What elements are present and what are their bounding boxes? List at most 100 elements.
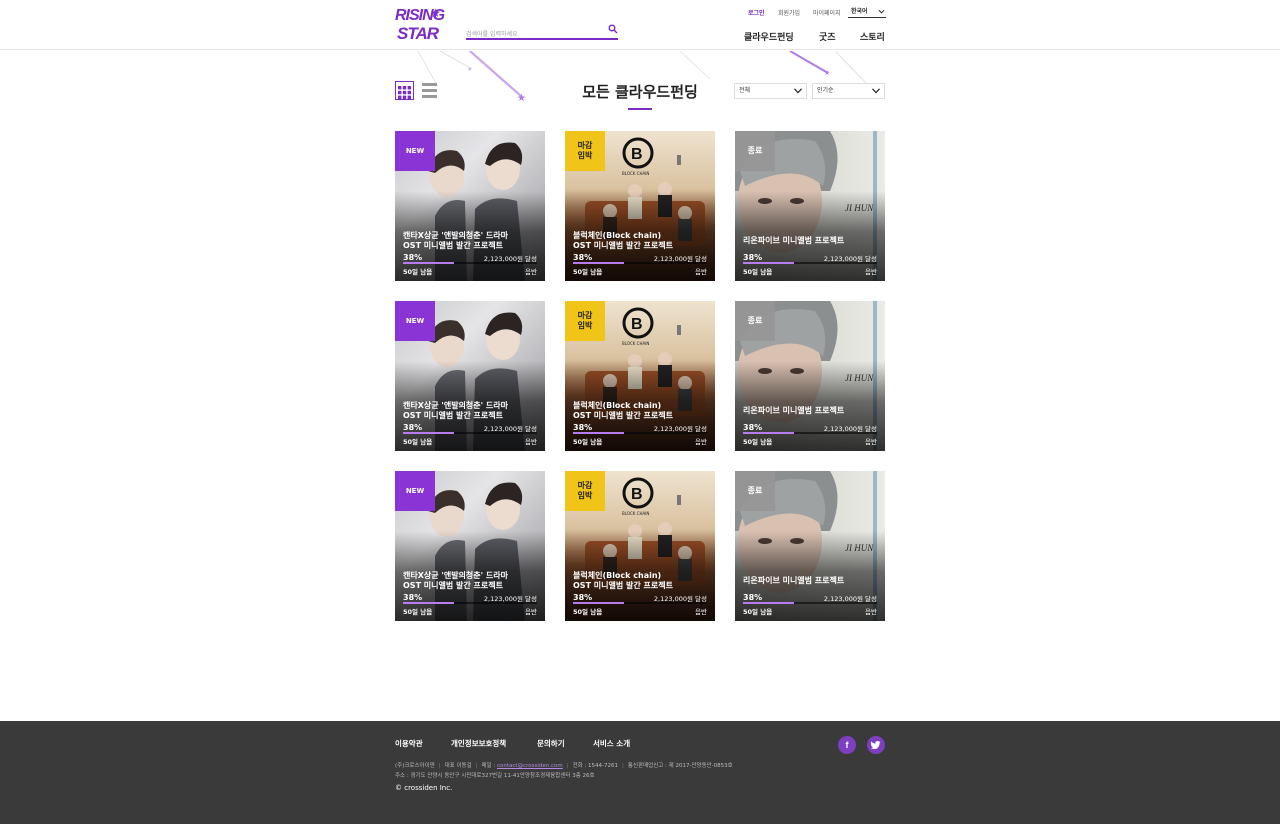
facebook-icon[interactable]: f <box>838 736 856 754</box>
project-card[interactable]: NEW 캔타X상균 '앤발의청춘' 드라마 OST 미니앨범 발간 프로젝트 38%… <box>395 471 545 621</box>
login-link[interactable]: 로그인 <box>748 8 765 17</box>
project-category: 음반 <box>865 438 877 446</box>
project-card[interactable]: JI HUN종료리온파이브 미니앨범 프로젝트38%2,123,000원 달성5… <box>735 131 885 281</box>
site-footer: 이용약관 개인정보보호정책 문의하기 서비스 소개 (주)크로스아이덴 | 대표 이… <box>0 721 1280 824</box>
search-icon[interactable] <box>608 24 618 34</box>
funding-percent: 38% <box>403 253 423 262</box>
project-category: 음반 <box>695 438 707 446</box>
project-card[interactable]: NEW 캔타X상균 '앤발의청춘' 드라마 OST 미니앨범 발간 프로젝트 38%… <box>395 131 545 281</box>
list-view-button[interactable] <box>420 81 439 100</box>
project-title: 리온파이브 미니앨범 프로젝트 <box>743 576 845 585</box>
progress-bar <box>573 262 707 264</box>
project-category: 음반 <box>525 608 537 616</box>
chevron-down-icon <box>794 88 802 94</box>
title-underline <box>628 108 652 110</box>
company-name: (주)크로스아이덴 <box>395 763 435 769</box>
progress-bar <box>743 262 877 264</box>
project-title: 캔타X상균 '앤발의청춘' 드라마 OST 미니앨범 발간 프로젝트 <box>403 231 508 250</box>
progress-fill <box>403 432 454 434</box>
days-left: 50일 남음 <box>403 608 433 616</box>
nav-goods[interactable]: 굿즈 <box>819 30 836 43</box>
project-card[interactable]: B BLOCK CHAIN 마감 임박블럭체인(Block chain) OST 미… <box>565 131 715 281</box>
funding-percent: 38% <box>743 423 763 432</box>
project-card[interactable]: NEW 캔타X상균 '앤발의청춘' 드라마 OST 미니앨범 발간 프로젝트 38%… <box>395 301 545 451</box>
project-card[interactable]: JI HUN종료리온파이브 미니앨범 프로젝트38%2,123,000원 달성5… <box>735 301 885 451</box>
days-left: 50일 남음 <box>403 438 433 446</box>
band-logo-text: BLOCK CHAIN <box>622 341 650 346</box>
days-left: 50일 남음 <box>403 268 433 276</box>
rising-star-logo[interactable]: RISING STAR ★ <box>395 6 453 42</box>
band-logo-text: BLOCK CHAIN <box>622 171 650 176</box>
svg-text:B: B <box>631 486 643 503</box>
progress-bar <box>743 602 877 604</box>
status-badge: 종료 <box>735 471 775 511</box>
category-filter-value: 전체 <box>739 87 751 94</box>
project-card[interactable]: B BLOCK CHAIN 마감 임박 블럭체인(Block chain) OST 미… <box>565 471 715 621</box>
progress-bar <box>403 432 537 434</box>
project-category: 음반 <box>525 438 537 446</box>
chevron-down-icon <box>878 9 885 14</box>
grid-view-button[interactable] <box>395 81 414 100</box>
progress-fill <box>403 602 454 604</box>
project-category: 음반 <box>695 608 707 616</box>
project-title: 블럭체인(Block chain) OST 미니앨범 발간 프로젝트 <box>573 401 673 420</box>
svg-text:★: ★ <box>467 66 472 73</box>
company-phone: 전화 : 1544-7261 <box>572 763 619 769</box>
days-left: 50일 남음 <box>743 438 773 446</box>
funding-percent: 38% <box>743 593 763 602</box>
footer-link-privacy[interactable]: 개인정보보호정책 <box>451 738 506 749</box>
nav-story[interactable]: 스토리 <box>860 30 885 43</box>
company-license: 통신판매업신고 : 제 2017-안양동안-0853호 <box>627 763 733 769</box>
days-left: 50일 남음 <box>573 608 603 616</box>
progress-fill <box>743 262 794 264</box>
progress-fill <box>573 432 624 434</box>
funding-percent: 38% <box>403 423 423 432</box>
project-card[interactable]: JI HUN종료리온파이브 미니앨범 프로젝트38%2,123,000원 달성5… <box>735 471 885 621</box>
svg-text:★: ★ <box>517 93 526 104</box>
status-badge: 종료 <box>735 301 775 341</box>
sort-select[interactable]: 인기순 <box>812 83 885 99</box>
project-category: 음반 <box>695 268 707 276</box>
days-left: 50일 남음 <box>573 438 603 446</box>
language-select[interactable]: 한국어 <box>848 6 886 18</box>
list-view-icon <box>422 83 437 98</box>
project-title: 블럭체인(Block chain) OST 미니앨범 발간 프로젝트 <box>573 231 673 250</box>
site-header: RISING STAR ★ 로그인 회원가입 마이페이지 한국어 클라우드펀딩 … <box>0 0 1280 50</box>
progress-bar <box>573 602 707 604</box>
signup-link[interactable]: 회원가입 <box>778 8 800 17</box>
project-title: 캔타X상균 '앤발의청춘' 드라마 OST 미니앨범 발간 프로젝트 <box>403 401 508 420</box>
funding-percent: 38% <box>403 593 423 602</box>
progress-fill <box>743 602 794 604</box>
mypage-link[interactable]: 마이페이지 <box>813 8 841 17</box>
footer-link-about[interactable]: 서비스 소개 <box>593 738 630 749</box>
status-badge: 종료 <box>735 131 775 171</box>
company-info-line1: (주)크로스아이덴 | 대표 이동걸 | 메일 : contact@crossiden.… <box>395 763 733 769</box>
project-title: 캔타X상균 '앤발의청춘' 드라마 OST 미니앨범 발간 프로젝트 <box>403 571 508 590</box>
progress-bar <box>403 262 537 264</box>
email-link[interactable]: contact@crossiden.com <box>497 763 563 769</box>
status-badge: 마감 임박 <box>565 131 605 171</box>
funding-percent: 38% <box>573 593 593 602</box>
footer-link-contact[interactable]: 문의하기 <box>537 738 565 749</box>
footer-link-terms[interactable]: 이용약관 <box>395 738 423 749</box>
status-badge: NEW <box>395 131 435 171</box>
copyright: © crossiden Inc. <box>395 784 453 792</box>
sort-value: 인기순 <box>817 87 834 94</box>
status-badge: 마감 임박 <box>565 471 605 511</box>
project-title: 리온파이브 미니앨범 프로젝트 <box>743 236 845 245</box>
twitter-icon[interactable] <box>867 736 885 754</box>
email-label: 메일 : <box>481 763 497 769</box>
category-filter-select[interactable]: 전체 <box>734 83 807 99</box>
project-category: 음반 <box>525 268 537 276</box>
status-badge: NEW <box>395 301 435 341</box>
project-title: 블럭체인(Block chain) OST 미니앨범 발간 프로젝트 <box>573 571 673 590</box>
svg-text:B: B <box>631 146 643 163</box>
progress-fill <box>403 262 454 264</box>
project-card[interactable]: B BLOCK CHAIN 마감 임박 블럭체인(Block chain) OST 미… <box>565 301 715 451</box>
search-input[interactable] <box>466 26 596 43</box>
logo-text-bottom: STAR <box>397 24 439 43</box>
progress-bar <box>743 432 877 434</box>
company-address: 주소 : 경기도 안양시 동안구 시민대로327번길 11-41안양창조경제융합… <box>395 773 595 779</box>
nav-crowdfunding[interactable]: 클라우드펀딩 <box>744 30 794 43</box>
status-badge: NEW <box>395 471 435 511</box>
